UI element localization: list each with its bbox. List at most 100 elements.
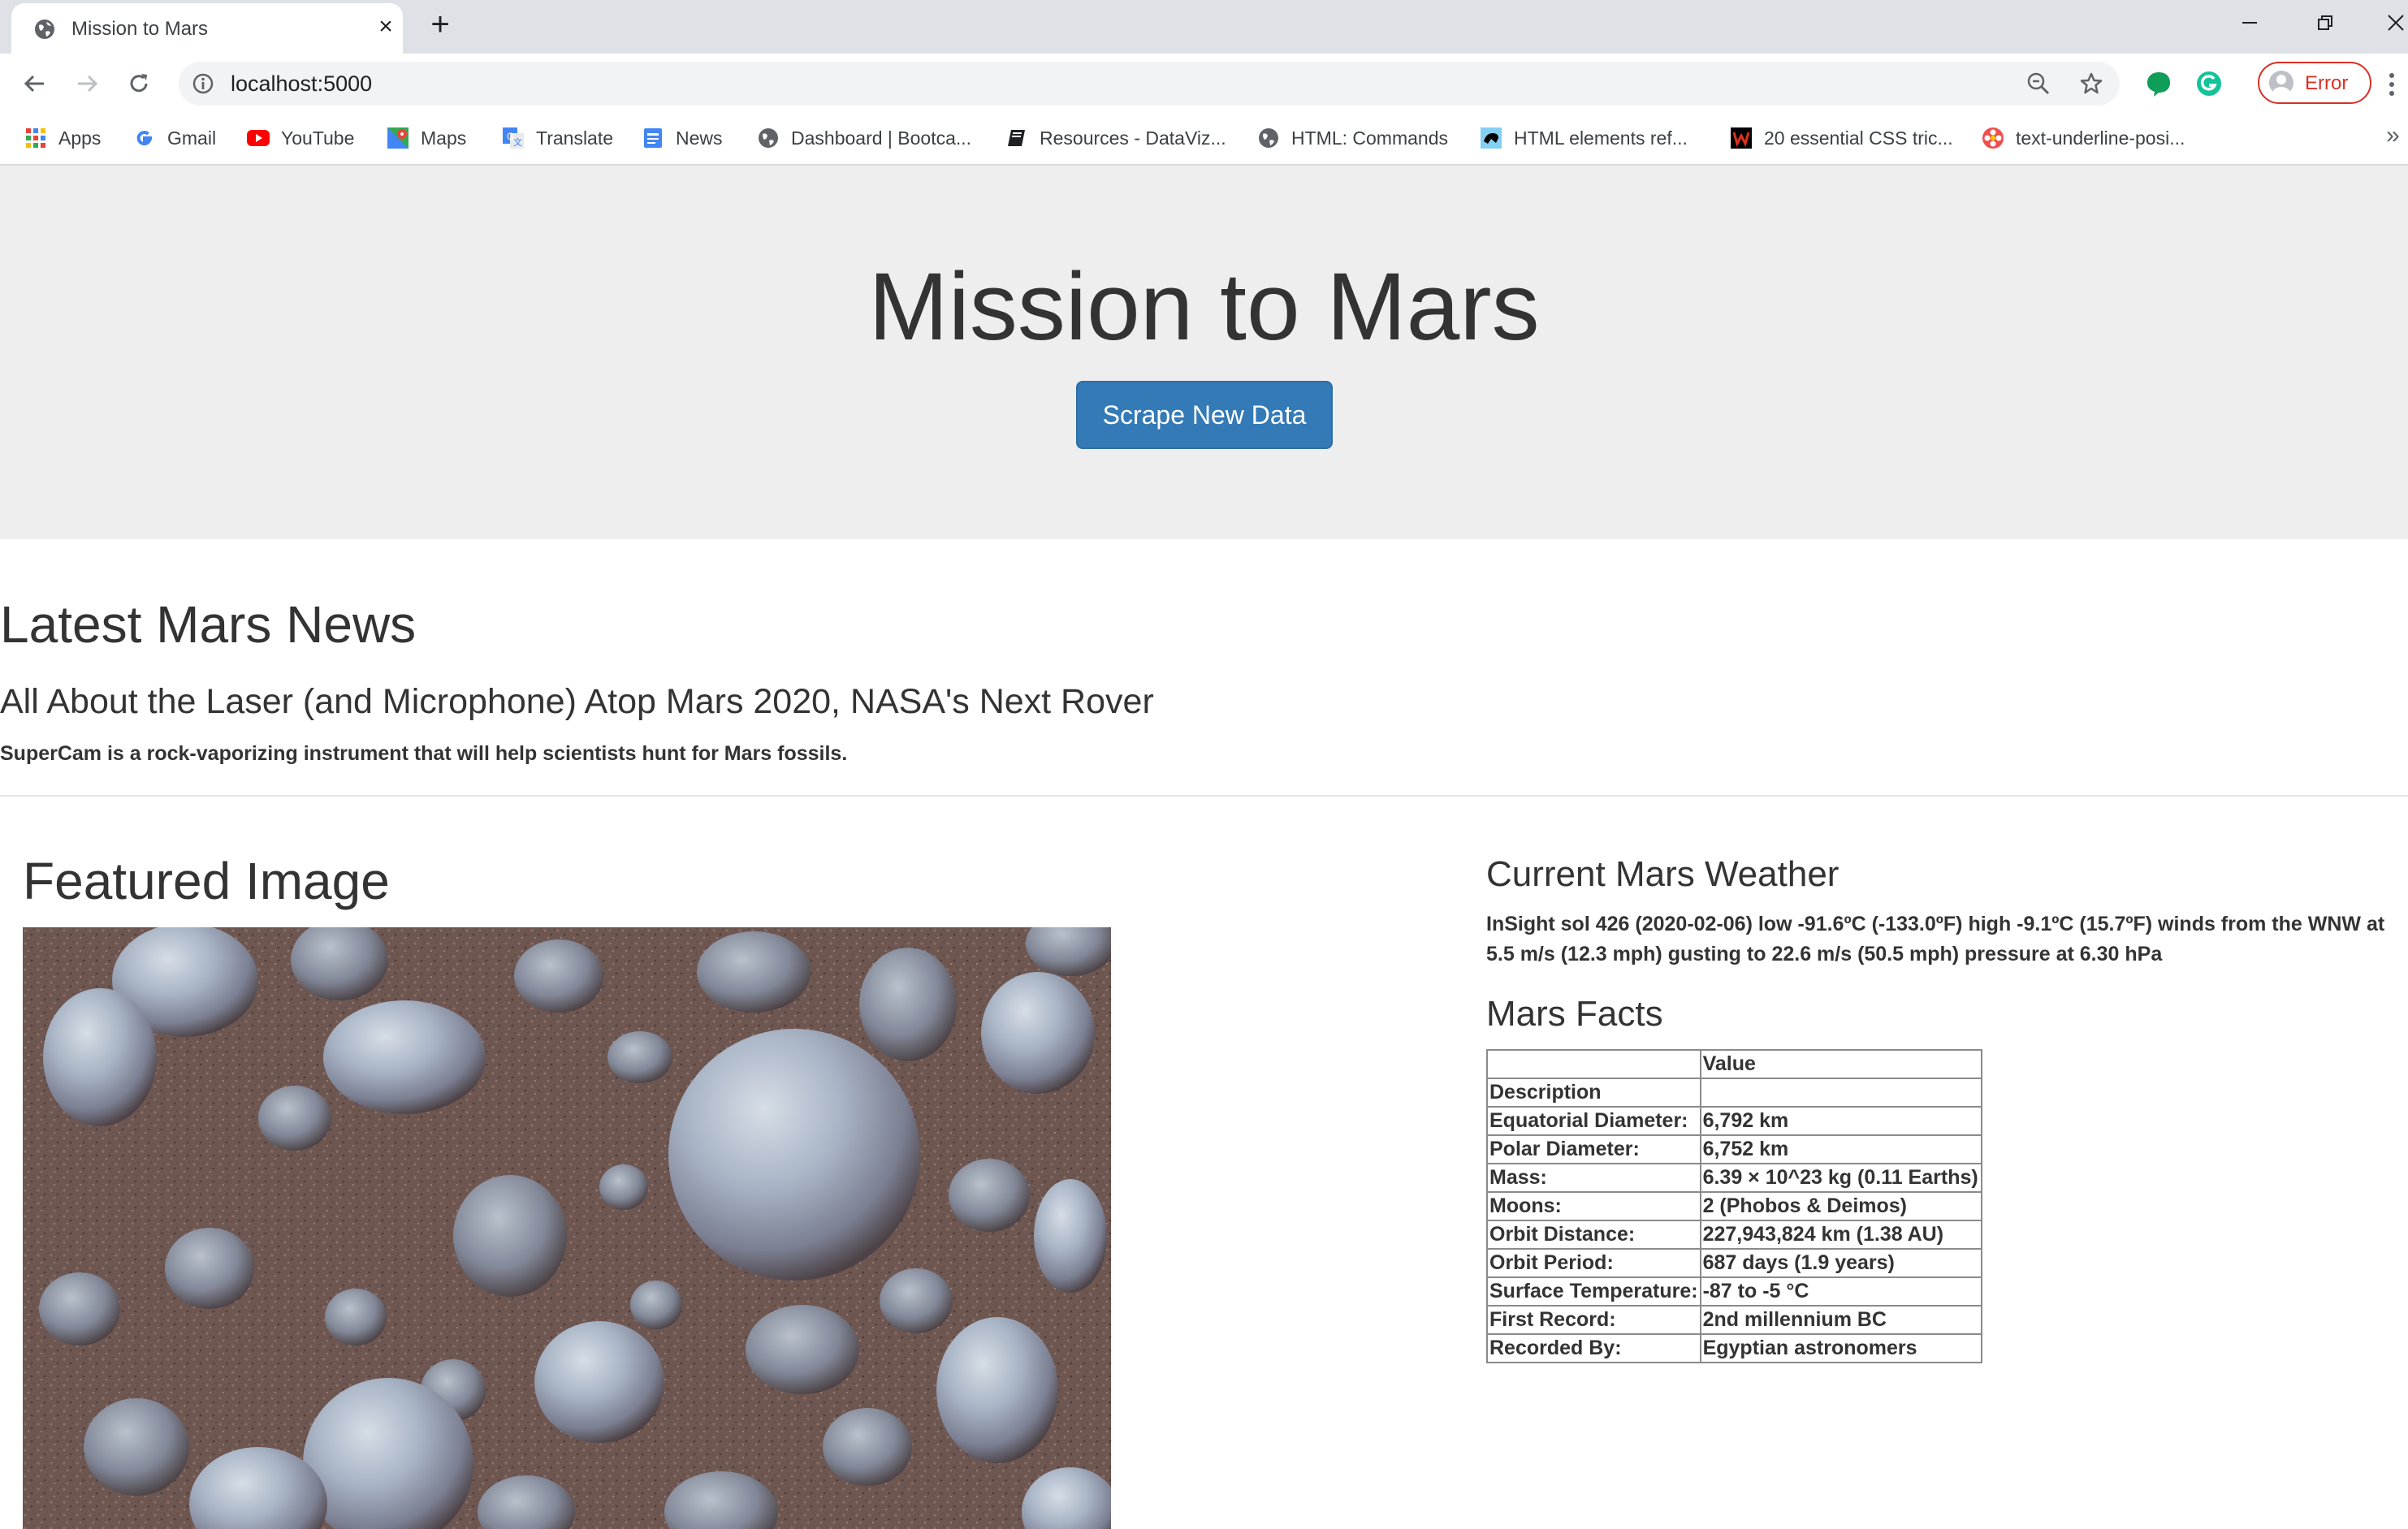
bookmarks-overflow-icon[interactable]: » [2386, 122, 2400, 149]
browser-tab[interactable]: Mission to Mars × [11, 3, 403, 54]
profile-button[interactable]: Error [2258, 62, 2371, 104]
news-title: All About the Laser (and Microphone) Ato… [0, 682, 1154, 721]
bookmark-label: Dashboard | Bootca... [791, 127, 972, 149]
featured-image [23, 927, 1111, 1529]
bookmark-label: HTML elements ref... [1514, 127, 1688, 149]
fact-label: Recorded By: [1486, 1333, 1701, 1363]
scrape-button[interactable]: Scrape New Data [1076, 381, 1333, 449]
page-title: Mission to Mars [868, 253, 1540, 361]
table-row: Equatorial Diameter: 6,792 km [1486, 1106, 1982, 1136]
bookmark-label: Resources - DataViz... [1040, 127, 1226, 149]
divider [0, 795, 2408, 797]
globe-icon [1257, 127, 1280, 149]
book-icon [1005, 127, 1028, 149]
featured-image-heading: Featured Image [23, 852, 390, 910]
table-index-row: Description [1486, 1078, 1982, 1108]
google-icon [133, 127, 156, 149]
table-row: Orbit Distance: 227,943,824 km (1.38 AU) [1486, 1220, 1982, 1250]
bookmark-css-tricks[interactable]: 20 essential CSS tric... [1730, 123, 1953, 153]
bookmark-apps[interactable]: Apps [24, 123, 101, 153]
translate-icon: G文 [502, 127, 525, 149]
fact-value: -87 to -5 °C [1699, 1276, 1982, 1307]
table-row: Moons: 2 (Phobos & Deimos) [1486, 1191, 1982, 1221]
fact-value: 227,943,824 km (1.38 AU) [1699, 1220, 1982, 1250]
bookmark-news[interactable]: News [642, 123, 723, 153]
zoom-icon[interactable] [2026, 71, 2051, 96]
mars-facts-table: Value Description Equatorial Diameter: 6,… [1486, 1049, 1982, 1363]
extension-icon[interactable] [2142, 67, 2175, 100]
fact-label: First Record: [1486, 1305, 1701, 1335]
table-header-cell [1699, 1078, 1982, 1108]
weather-text: InSight sol 426 (2020-02-06) low -91.6ºC… [1486, 913, 2385, 965]
globe-icon [34, 19, 55, 40]
browser-toolbar: localhost:5000 Error [0, 54, 2408, 114]
fact-value: 6.39 × 10^23 kg (0.11 Earths) [1699, 1163, 1982, 1193]
w-logo-icon [1730, 127, 1753, 149]
bookmark-html-elements[interactable]: HTML elements ref... [1480, 123, 1688, 153]
fact-value: Egyptian astronomers [1699, 1333, 1982, 1363]
fact-label: Orbit Period: [1486, 1248, 1701, 1278]
bookmark-label: Apps [58, 127, 102, 149]
bookmark-label: Gmail [167, 127, 217, 149]
bookmark-label: Maps [421, 127, 467, 149]
table-row: Polar Diameter: 6,752 km [1486, 1134, 1982, 1164]
table-row: Surface Temperature: -87 to -5 °C [1486, 1276, 1982, 1307]
bookmark-label: Translate [536, 127, 614, 149]
restore-icon[interactable] [2305, 6, 2345, 39]
bookmark-label: HTML: Commands [1291, 127, 1448, 149]
bookmark-text-underline[interactable]: text-underline-posi... [1982, 123, 2185, 153]
table-row: Orbit Period: 687 days (1.9 years) [1486, 1248, 1982, 1278]
close-window-icon[interactable] [2376, 6, 2408, 39]
bookmark-label: text-underline-posi... [2016, 127, 2185, 149]
bookmark-translate[interactable]: G文 Translate [502, 123, 613, 153]
fact-label: Mass: [1486, 1163, 1701, 1193]
avatar-icon [2269, 71, 2293, 95]
bookmark-html-commands[interactable]: HTML: Commands [1257, 123, 1448, 153]
forward-icon[interactable] [70, 67, 104, 101]
bookmark-label: News [676, 127, 723, 149]
table-header-cell: Value [1699, 1049, 1982, 1079]
fact-label: Polar Diameter: [1486, 1134, 1701, 1164]
table-header-cell [1486, 1049, 1701, 1079]
apps-grid-icon [24, 127, 47, 149]
table-row: Mass: 6.39 × 10^23 kg (0.11 Earths) [1486, 1163, 1982, 1193]
weather-heading: Current Mars Weather [1486, 854, 1840, 894]
bookmark-label: 20 essential CSS tric... [1764, 127, 1953, 149]
more-menu-icon[interactable] [2384, 68, 2400, 101]
youtube-icon [247, 127, 270, 149]
close-tab-icon[interactable]: × [374, 13, 398, 40]
fact-label: Equatorial Diameter: [1486, 1106, 1701, 1136]
reload-icon[interactable] [122, 67, 156, 101]
table-index-label: Description [1486, 1078, 1701, 1108]
bookmark-star-icon[interactable] [2079, 71, 2103, 96]
news-heading: Latest Mars News [0, 595, 417, 654]
table-row: First Record: 2nd millennium BC [1486, 1305, 1982, 1335]
jumbotron: Mission to Mars Scrape New Data [0, 166, 2408, 539]
bookmark-gmail[interactable]: Gmail [133, 123, 216, 153]
profile-label: Error [2305, 72, 2349, 94]
news-icon [642, 127, 664, 149]
fact-label: Moons: [1486, 1191, 1701, 1221]
mdn-icon [1480, 127, 1502, 149]
fact-label: Surface Temperature: [1486, 1276, 1701, 1307]
facts-heading: Mars Facts [1486, 994, 1663, 1034]
bookmark-youtube[interactable]: YouTube [247, 123, 354, 153]
fact-label: Orbit Distance: [1486, 1220, 1701, 1250]
bookmark-dashboard[interactable]: Dashboard | Bootca... [757, 123, 971, 153]
minimize-icon[interactable] [2229, 6, 2270, 39]
info-icon[interactable] [192, 72, 214, 95]
fact-value: 6,792 km [1699, 1106, 1982, 1136]
globe-icon [757, 127, 780, 149]
maps-icon [387, 127, 409, 149]
news-teaser: SuperCam is a rock-vaporizing instrument… [0, 742, 848, 765]
address-bar[interactable]: localhost:5000 [179, 62, 2120, 106]
bookmark-maps[interactable]: Maps [387, 123, 466, 153]
url-text: localhost:5000 [231, 71, 373, 96]
new-tab-button[interactable]: + [424, 6, 456, 42]
bookmarks-bar: Apps Gmail YouTube Maps G文 Translate New… [0, 114, 2408, 166]
bookmark-resources[interactable]: Resources - DataViz... [1005, 123, 1226, 153]
grammarly-icon[interactable] [2193, 67, 2225, 100]
bookmark-label: YouTube [281, 127, 355, 149]
back-icon[interactable] [18, 67, 52, 101]
flower-icon [1982, 127, 2004, 149]
